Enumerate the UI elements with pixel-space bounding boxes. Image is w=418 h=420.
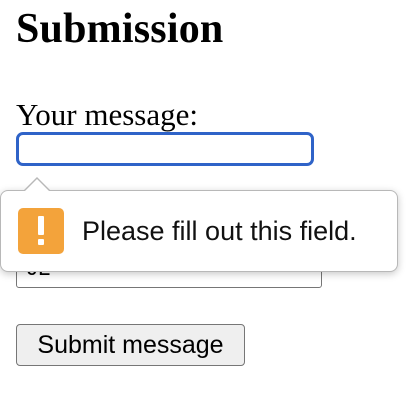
submit-message-button[interactable]: Submit message	[16, 324, 245, 366]
page-title: Submission	[16, 6, 224, 52]
message-input[interactable]	[16, 132, 314, 166]
validation-message: Please fill out this field.	[82, 216, 357, 246]
validation-tooltip: Please fill out this field.	[0, 177, 398, 272]
warning-icon	[18, 208, 64, 254]
message-label: Your message:	[16, 97, 198, 132]
tooltip-arrow-fill	[24, 179, 50, 192]
